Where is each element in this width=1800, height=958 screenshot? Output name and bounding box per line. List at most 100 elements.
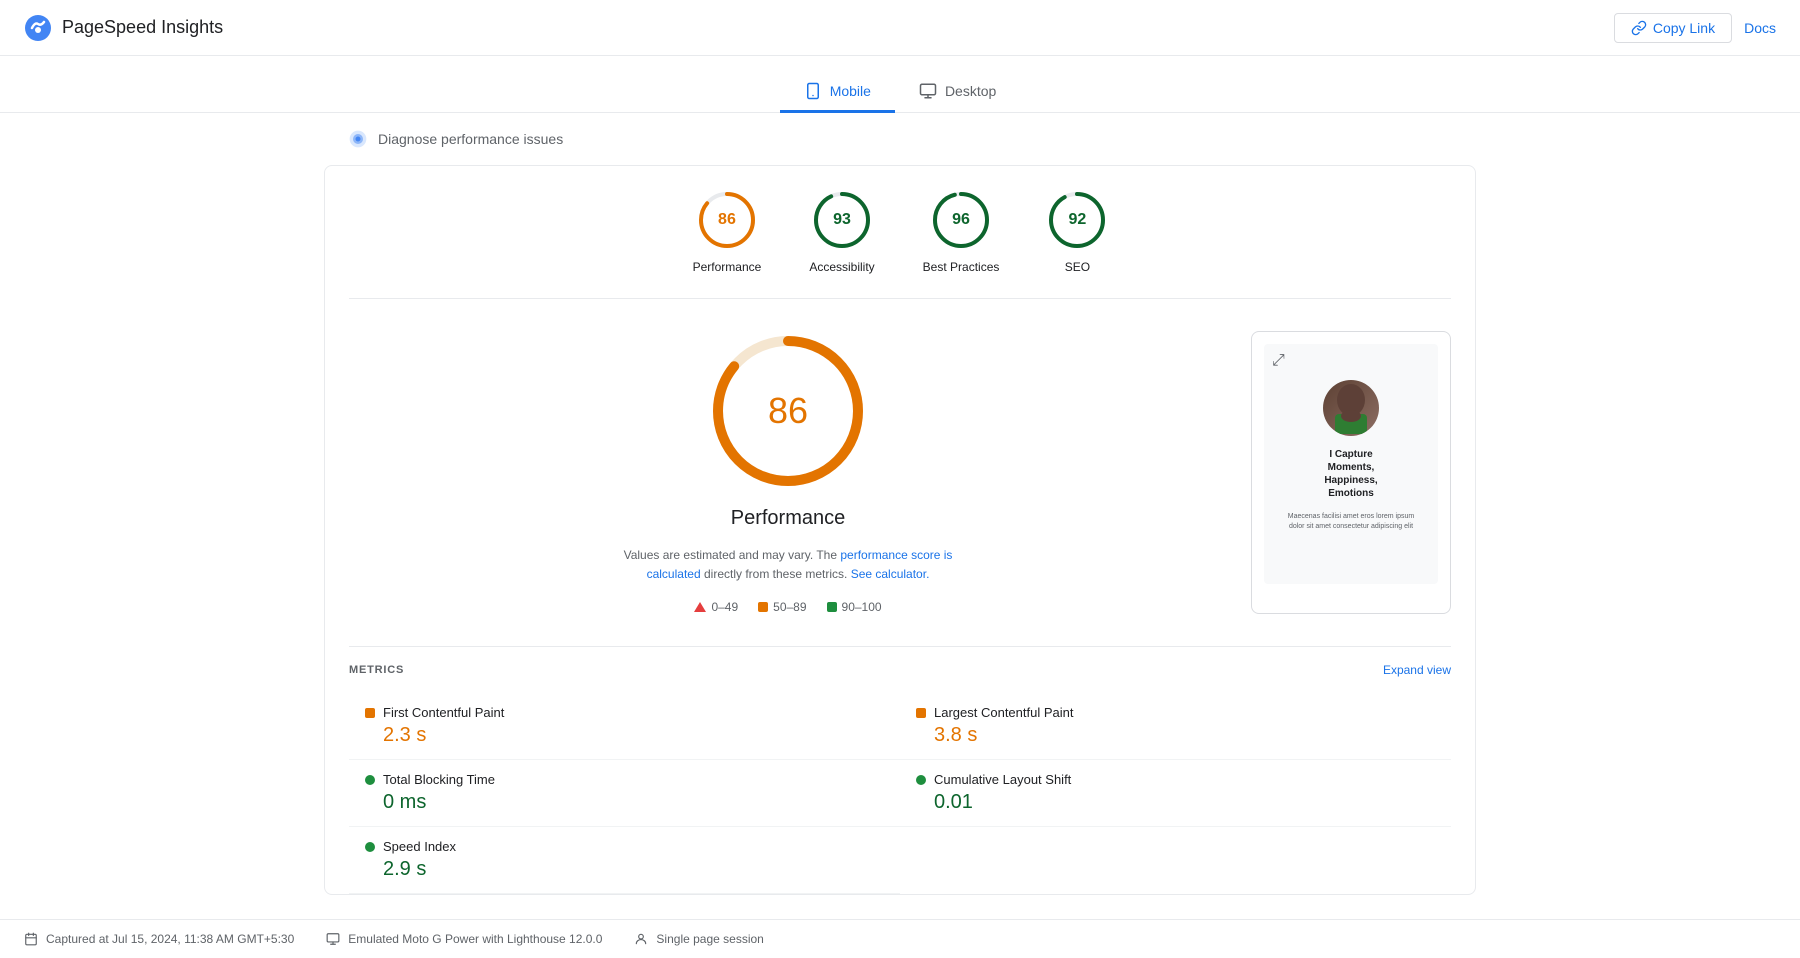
perf-desc-text2: directly from these metrics. xyxy=(704,567,851,581)
link-icon xyxy=(1631,20,1647,36)
si-label: Speed Index xyxy=(383,839,456,854)
best-practices-circle: 96 xyxy=(931,190,991,250)
score-cards-row: 86 Performance 93 Accessibility xyxy=(349,166,1451,299)
accessibility-score: 93 xyxy=(833,211,851,229)
device-text: Emulated Moto G Power with Lighthouse 12… xyxy=(348,932,602,946)
pagespeed-logo-icon xyxy=(24,14,52,42)
score-card-seo[interactable]: 92 SEO xyxy=(1047,190,1107,274)
performance-title: Performance xyxy=(731,507,846,530)
metric-fcp-header: First Contentful Paint xyxy=(365,705,884,720)
docs-button[interactable]: Docs xyxy=(1744,20,1776,36)
cls-dot xyxy=(916,775,926,785)
tab-mobile[interactable]: Mobile xyxy=(780,72,895,113)
app-title: PageSpeed Insights xyxy=(62,17,223,38)
red-triangle-icon xyxy=(694,602,706,612)
footer-device: Emulated Moto G Power with Lighthouse 12… xyxy=(326,932,602,946)
best-practices-score: 96 xyxy=(952,211,970,229)
tbt-label: Total Blocking Time xyxy=(383,772,495,787)
best-practices-label: Best Practices xyxy=(923,260,1000,274)
tab-mobile-label: Mobile xyxy=(830,83,871,99)
diagnose-section: Diagnose performance issues xyxy=(324,113,1476,165)
screenshot-title-line1: I Capture xyxy=(1324,448,1377,461)
header-right: Copy Link Docs xyxy=(1614,13,1776,43)
expand-view-button[interactable]: Expand view xyxy=(1383,663,1451,677)
mobile-icon xyxy=(804,82,822,100)
screenshot-title-line4: Emotions xyxy=(1324,487,1377,500)
metric-si-header: Speed Index xyxy=(365,839,884,854)
tbt-dot xyxy=(365,775,375,785)
performance-label: Performance xyxy=(693,260,762,274)
results-card: 86 Performance 93 Accessibility xyxy=(324,165,1476,895)
header-left: PageSpeed Insights xyxy=(24,14,223,42)
tab-desktop[interactable]: Desktop xyxy=(895,72,1020,113)
green-circle-icon xyxy=(827,602,837,612)
lcp-dot xyxy=(916,708,926,718)
header: PageSpeed Insights Copy Link Docs xyxy=(0,0,1800,56)
session-text: Single page session xyxy=(656,932,763,946)
metrics-grid: First Contentful Paint 2.3 s Largest Con… xyxy=(349,693,1451,894)
score-card-accessibility[interactable]: 93 Accessibility xyxy=(809,190,874,274)
fcp-dot xyxy=(365,708,375,718)
screenshot-title-line3: Happiness, xyxy=(1324,474,1377,487)
legend-orange-range: 50–89 xyxy=(773,600,806,614)
score-card-best-practices[interactable]: 96 Best Practices xyxy=(923,190,1000,274)
metric-cls-header: Cumulative Layout Shift xyxy=(916,772,1435,787)
fcp-value: 2.3 s xyxy=(365,724,884,747)
person-icon xyxy=(634,932,648,946)
perf-desc-text1: Values are estimated and may vary. The xyxy=(624,548,837,562)
cls-value: 0.01 xyxy=(916,791,1435,814)
metric-si: Speed Index 2.9 s xyxy=(349,827,900,894)
metric-cls: Cumulative Layout Shift 0.01 xyxy=(900,760,1451,827)
lcp-value: 3.8 s xyxy=(916,724,1435,747)
metric-lcp: Largest Contentful Paint 3.8 s xyxy=(900,693,1451,760)
screenshot-subtext: Maecenas facilisi amet eros lorem ipsum … xyxy=(1280,512,1422,532)
footer-captured: Captured at Jul 15, 2024, 11:38 AM GMT+5… xyxy=(24,932,294,946)
fcp-label: First Contentful Paint xyxy=(383,705,504,720)
tabs-container: Mobile Desktop xyxy=(0,56,1800,113)
orange-square-icon xyxy=(758,602,768,612)
calculator-link[interactable]: See calculator. xyxy=(851,567,930,581)
seo-score: 92 xyxy=(1068,211,1086,229)
footer: Captured at Jul 15, 2024, 11:38 AM GMT+5… xyxy=(0,919,1800,958)
performance-circle: 86 xyxy=(697,190,757,250)
main-content: Diagnose performance issues 86 Performan… xyxy=(300,113,1500,919)
performance-score: 86 xyxy=(718,211,736,229)
copy-link-button[interactable]: Copy Link xyxy=(1614,13,1732,43)
diagnose-icon xyxy=(348,129,368,149)
metric-tbt: Total Blocking Time 0 ms xyxy=(349,760,900,827)
screenshot-card: ⤢ I Capture Moments, Happiness, Emotions xyxy=(1251,331,1451,614)
legend-green-range: 90–100 xyxy=(842,600,882,614)
accessibility-circle: 93 xyxy=(812,190,872,250)
screenshot-headline: I Capture Moments, Happiness, Emotions xyxy=(1324,448,1377,500)
legend-orange: 50–89 xyxy=(758,600,806,614)
metrics-section: METRICS Expand view First Contentful Pai… xyxy=(349,646,1451,894)
diagnose-text: Diagnose performance issues xyxy=(378,131,563,147)
metric-fcp: First Contentful Paint 2.3 s xyxy=(349,693,900,760)
si-dot xyxy=(365,842,375,852)
accessibility-label: Accessibility xyxy=(809,260,874,274)
seo-circle: 92 xyxy=(1047,190,1107,250)
cls-label: Cumulative Layout Shift xyxy=(934,772,1071,787)
performance-left: 86 Performance Values are estimated and … xyxy=(349,331,1227,614)
big-performance-score: 86 xyxy=(768,390,808,432)
expand-screenshot-icon[interactable]: ⤢ xyxy=(1272,352,1285,370)
metrics-title: METRICS xyxy=(349,664,404,676)
screenshot-avatar xyxy=(1323,380,1379,436)
screenshot-preview: ⤢ I Capture Moments, Happiness, Emotions xyxy=(1264,344,1438,584)
copy-link-label: Copy Link xyxy=(1653,20,1715,36)
calendar-icon xyxy=(24,932,38,946)
legend-green: 90–100 xyxy=(827,600,882,614)
metric-tbt-header: Total Blocking Time xyxy=(365,772,884,787)
score-card-performance[interactable]: 86 Performance xyxy=(693,190,762,274)
screenshot-title-line2: Moments, xyxy=(1324,461,1377,474)
footer-session: Single page session xyxy=(634,932,763,946)
performance-detail-section: 86 Performance Values are estimated and … xyxy=(349,299,1451,646)
score-legend: 0–49 50–89 90–100 xyxy=(694,600,881,614)
person-avatar-icon xyxy=(1327,380,1375,436)
captured-text: Captured at Jul 15, 2024, 11:38 AM GMT+5… xyxy=(46,932,294,946)
metrics-header: METRICS Expand view xyxy=(349,663,1451,677)
big-performance-circle: 86 xyxy=(708,331,868,491)
tab-desktop-label: Desktop xyxy=(945,83,996,99)
performance-description: Values are estimated and may vary. The p… xyxy=(598,546,978,584)
seo-label: SEO xyxy=(1065,260,1090,274)
